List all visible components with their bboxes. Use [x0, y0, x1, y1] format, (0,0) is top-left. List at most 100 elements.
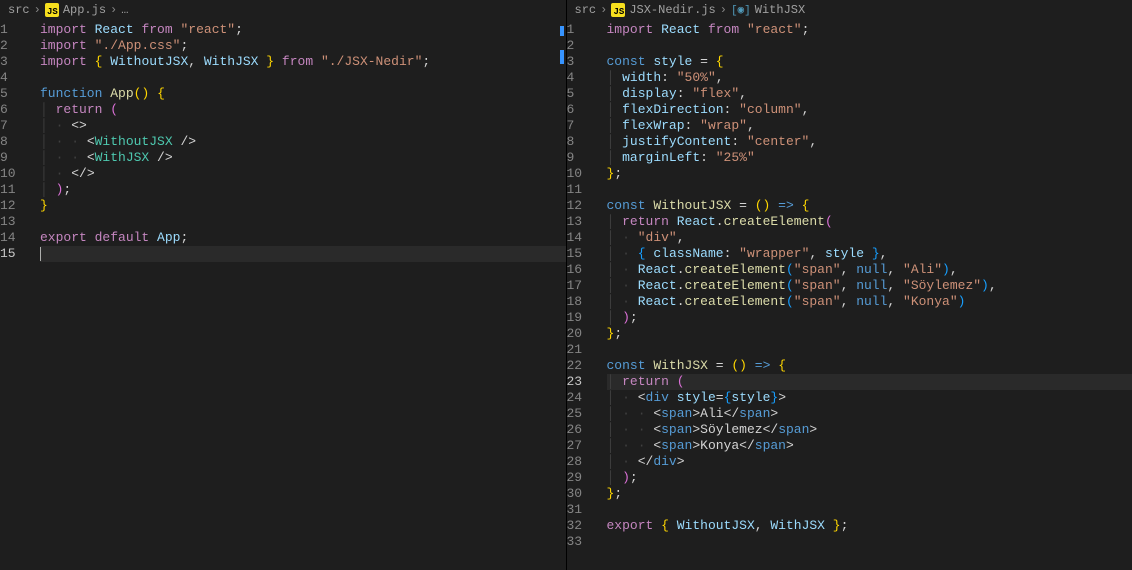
code-line[interactable] [40, 214, 566, 230]
code-line[interactable]: │ ); [607, 470, 1132, 486]
code-line[interactable]: const WithJSX = () => { [607, 358, 1132, 374]
token: ; [180, 38, 188, 54]
code-line[interactable]: } [40, 198, 566, 214]
token: , [739, 86, 747, 102]
code-line[interactable]: import React from "react"; [607, 22, 1132, 38]
code-line[interactable]: │ return ( [607, 374, 1132, 390]
code-line[interactable]: │ · "div", [607, 230, 1132, 246]
code-line[interactable] [40, 246, 566, 262]
code-line[interactable]: }; [607, 486, 1132, 502]
code-line[interactable]: const WithoutJSX = () => { [607, 198, 1132, 214]
token: () [134, 86, 150, 102]
code-area[interactable]: import React from "react"; const style = … [607, 20, 1132, 570]
code-line[interactable]: │ · · <span>Konya</span> [607, 438, 1132, 454]
code-line[interactable]: import { WithoutJSX, WithJSX } from "./J… [40, 54, 566, 70]
token: , [887, 278, 903, 294]
code-line[interactable] [607, 342, 1132, 358]
breadcrumb-symbol[interactable]: WithJSX [755, 3, 805, 17]
token: ; [841, 518, 849, 534]
breadcrumb-file[interactable]: App.js [63, 3, 106, 17]
token: > [677, 454, 685, 470]
overview-ruler[interactable] [554, 20, 566, 570]
token: > [809, 422, 817, 438]
line-number: 15 [0, 246, 30, 262]
code-line[interactable]: }; [607, 326, 1132, 342]
breadcrumb[interactable]: src › JS JSX-Nedir.js › [◉] WithJSX [567, 0, 1132, 20]
token: from [141, 22, 172, 38]
overview-mark [560, 26, 564, 36]
code-line[interactable]: │ return ( [40, 102, 566, 118]
code-line[interactable]: │ · <div style={style}> [607, 390, 1132, 406]
code-line[interactable]: │ display: "flex", [607, 86, 1132, 102]
code-line[interactable] [607, 182, 1132, 198]
token [274, 54, 282, 70]
token: React [661, 22, 700, 38]
token: < [653, 406, 661, 422]
code-line[interactable]: │ marginLeft: "25%" [607, 150, 1132, 166]
token: "./JSX-Nedir" [321, 54, 422, 70]
chevron-right-icon: › [600, 3, 607, 17]
code-line[interactable] [607, 502, 1132, 518]
breadcrumb-root[interactable]: src [575, 3, 597, 17]
token: from [708, 22, 739, 38]
code-line[interactable]: export default App; [40, 230, 566, 246]
token: │ [607, 86, 623, 102]
token: React [638, 294, 677, 310]
code-line[interactable]: │ · · <span>Söylemez</span> [607, 422, 1132, 438]
code-line[interactable]: export { WithoutJSX, WithJSX }; [607, 518, 1132, 534]
editor-body-right[interactable]: 1234567891011121314151617181920212223242… [567, 20, 1132, 570]
token: , [887, 262, 903, 278]
token: ) [981, 278, 989, 294]
token: < [638, 390, 646, 406]
breadcrumb-root[interactable]: src [8, 3, 30, 17]
token: ( [825, 214, 833, 230]
line-number: 13 [0, 214, 30, 230]
token [102, 54, 110, 70]
token: ; [180, 230, 188, 246]
code-line[interactable]: │ justifyContent: "center", [607, 134, 1132, 150]
token: style [653, 54, 692, 70]
code-line[interactable]: import React from "react"; [40, 22, 566, 38]
token: span [739, 406, 770, 422]
code-line[interactable] [607, 38, 1132, 54]
code-line[interactable]: │ flexWrap: "wrap", [607, 118, 1132, 134]
code-line[interactable]: import "./App.css"; [40, 38, 566, 54]
code-line[interactable]: │ · React.createElement("span", null, "S… [607, 278, 1132, 294]
code-line[interactable]: }; [607, 166, 1132, 182]
editor-body-left[interactable]: 123456789101112131415 import React from … [0, 20, 566, 570]
code-line[interactable]: │ ); [40, 182, 566, 198]
token: div [646, 390, 669, 406]
breadcrumb[interactable]: src › JS App.js › … [0, 0, 566, 20]
code-line[interactable]: │ flexDirection: "column", [607, 102, 1132, 118]
code-line[interactable] [40, 70, 566, 86]
line-number: 11 [567, 182, 597, 198]
token: │ [607, 470, 623, 486]
token: ( [786, 278, 794, 294]
code-line[interactable]: const style = { [607, 54, 1132, 70]
code-line[interactable]: function App() { [40, 86, 566, 102]
code-line[interactable]: │ width: "50%", [607, 70, 1132, 86]
code-line[interactable]: │ · <> [40, 118, 566, 134]
code-line[interactable]: │ · · <WithoutJSX /> [40, 134, 566, 150]
code-line[interactable]: │ · · <WithJSX /> [40, 150, 566, 166]
token: } [770, 390, 778, 406]
token [825, 518, 833, 534]
breadcrumb-file[interactable]: JSX-Nedir.js [629, 3, 715, 17]
code-area[interactable]: import React from "react";import "./App.… [40, 20, 566, 570]
code-line[interactable]: │ return React.createElement( [607, 214, 1132, 230]
code-line[interactable]: │ · </> [40, 166, 566, 182]
code-line[interactable]: │ ); [607, 310, 1132, 326]
code-line[interactable]: │ · · <span>Ali</span> [607, 406, 1132, 422]
token [646, 246, 654, 262]
code-line[interactable]: │ · </div> [607, 454, 1132, 470]
line-number: 24 [567, 390, 597, 406]
token: style [731, 390, 770, 406]
token: justifyContent [622, 134, 731, 150]
breadcrumb-rest[interactable]: … [121, 3, 128, 17]
code-line[interactable]: │ · React.createElement("span", null, "A… [607, 262, 1132, 278]
code-line[interactable] [607, 534, 1132, 550]
token: </ [724, 406, 740, 422]
code-line[interactable]: │ · { className: "wrapper", style }, [607, 246, 1132, 262]
code-line[interactable]: │ · React.createElement("span", null, "K… [607, 294, 1132, 310]
token: App [157, 230, 180, 246]
